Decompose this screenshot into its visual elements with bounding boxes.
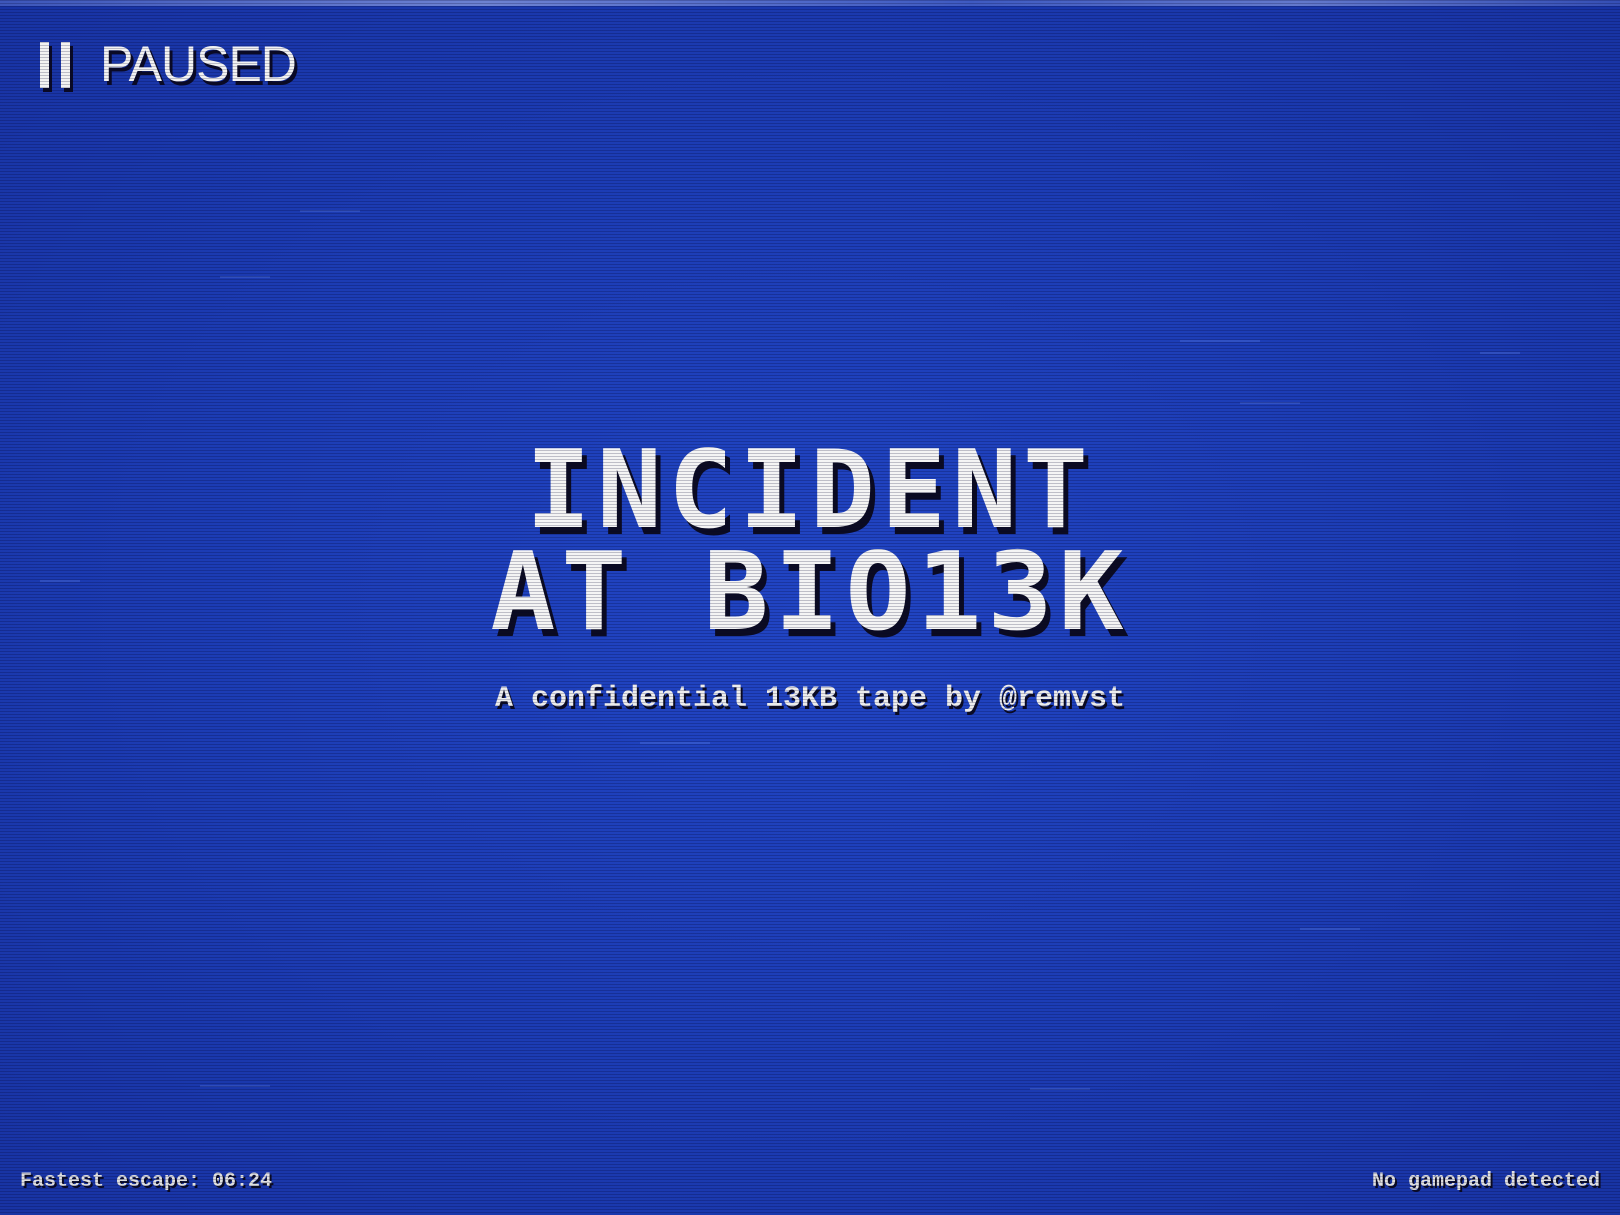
noise-streak — [200, 1085, 270, 1087]
title-block: INCIDENT AT BIO13K A confidential 13KB t… — [0, 428, 1620, 717]
game-title-line-1: INCIDENT — [525, 428, 1095, 553]
gamepad-status: No gamepad detected — [1371, 1170, 1600, 1193]
game-subtitle: A confidential 13KB tape by @remvst — [494, 682, 1126, 716]
noise-streak — [1480, 352, 1520, 354]
pause-icon-bar-left — [40, 42, 49, 88]
noise-streak — [1240, 402, 1300, 404]
noise-streak — [1300, 928, 1360, 930]
noise-streak — [1180, 340, 1260, 342]
fastest-escape-record: Fastest escape: 06:24 — [20, 1170, 273, 1193]
game-title-line-2: AT BIO13K — [490, 530, 1130, 655]
game-screen[interactable]: PAUSED INCIDENT AT BIO13K A confidential… — [0, 0, 1620, 1215]
pause-icon-bar-right — [61, 42, 70, 88]
noise-streak — [300, 210, 360, 212]
pause-indicator: PAUSED — [40, 36, 297, 92]
tracking-noise-strip — [0, 0, 1620, 6]
noise-streak — [640, 742, 710, 744]
noise-streak — [1030, 1088, 1090, 1090]
paused-label: PAUSED — [100, 36, 297, 92]
pause-icon — [40, 38, 72, 90]
noise-streak — [220, 276, 270, 278]
